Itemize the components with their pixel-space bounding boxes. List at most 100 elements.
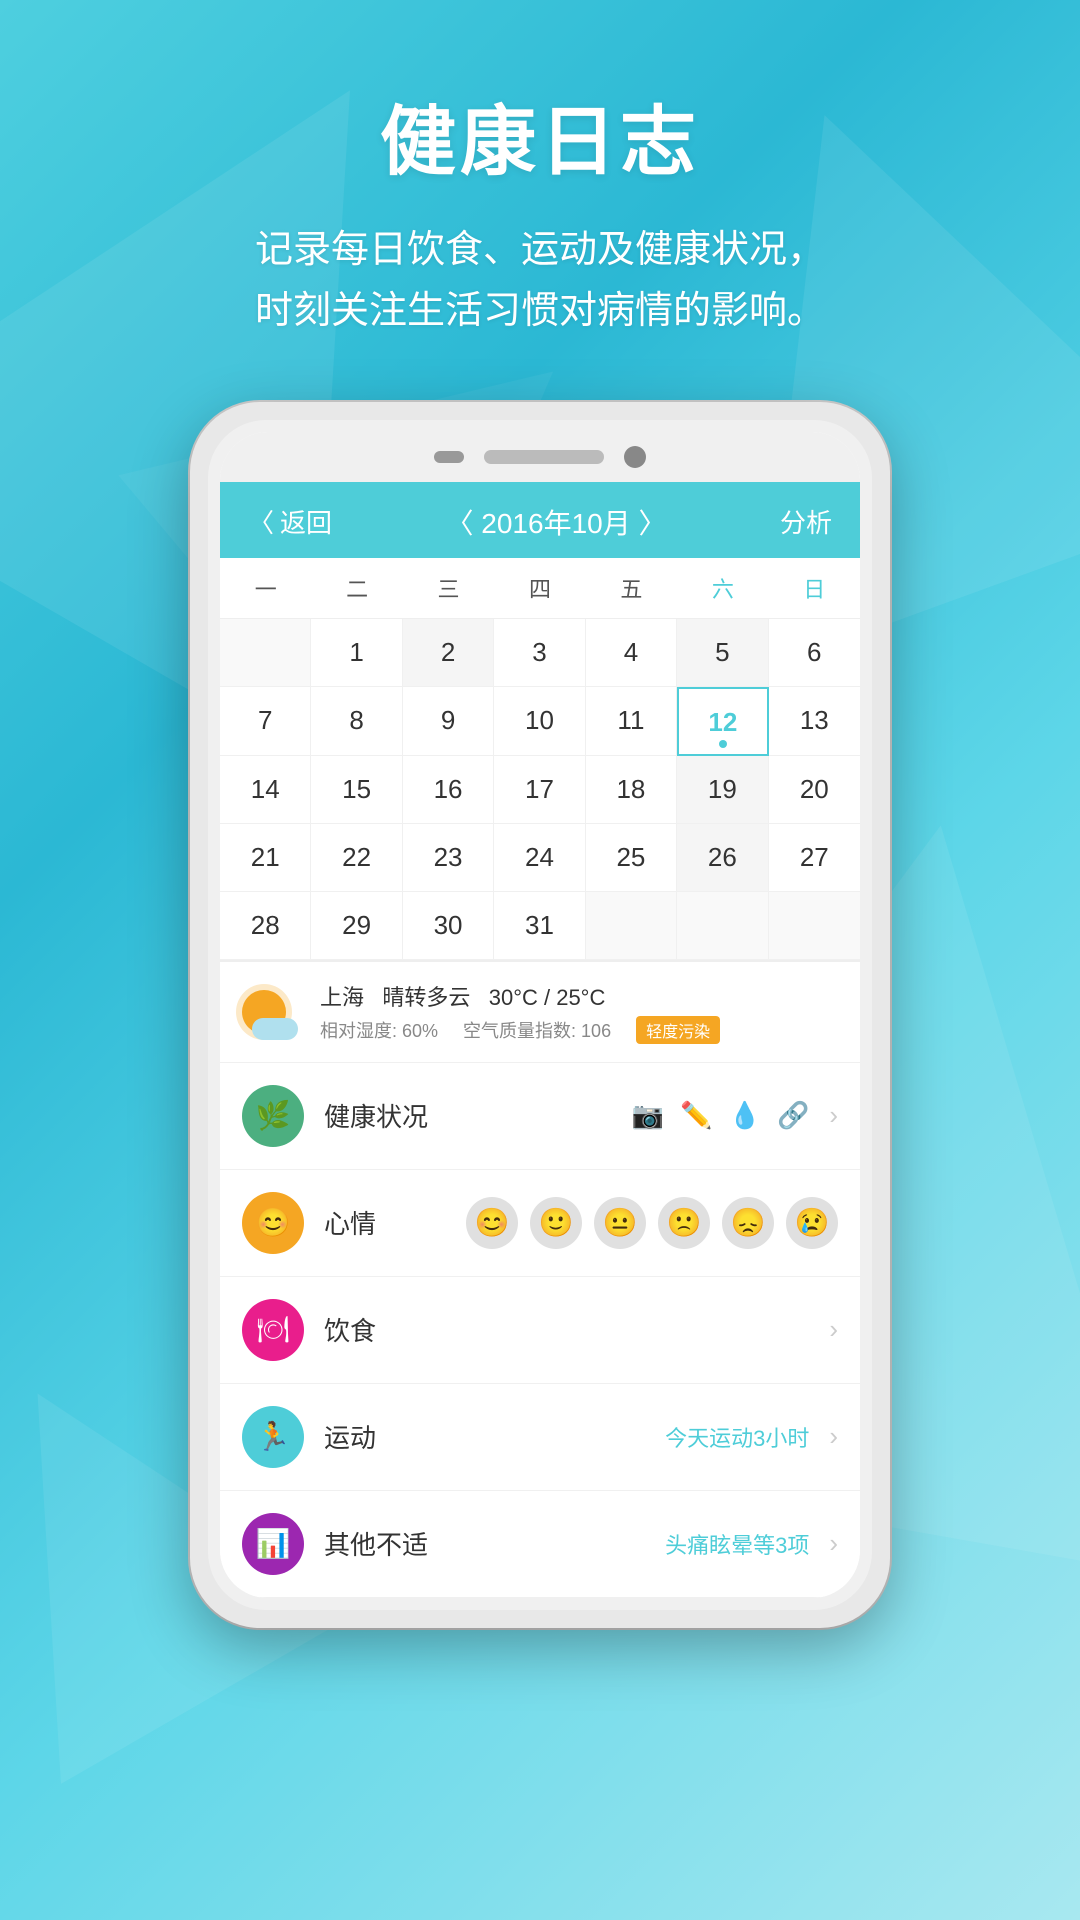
weather-sub: 相对湿度: 60% 空气质量指数: 106 轻度污染 <box>320 1016 838 1044</box>
weekday-wed: 三 <box>403 558 494 618</box>
calendar-cell-4[interactable]: 4 <box>586 619 677 687</box>
discomfort-row[interactable]: 📊 其他不适 头痛眩晕等3项 › <box>220 1491 860 1598</box>
subtitle-line1: 记录每日饮食、运动及健康状况， <box>255 229 825 271</box>
calendar-cell-20[interactable]: 20 <box>769 756 860 824</box>
month-label: 〈 2016年10月 〉 <box>446 502 667 542</box>
mood-label: 心情 <box>324 1204 446 1241</box>
weather-row: 上海 晴转多云 30°C / 25°C 相对湿度: 60% 空气质量指数: 10… <box>220 962 860 1063</box>
health-status-icon: 🌿 <box>242 1085 304 1147</box>
calendar-cell-23[interactable]: 23 <box>403 824 494 892</box>
mood-face-1[interactable]: 😊 <box>466 1197 518 1249</box>
mood-face-3[interactable]: 😐 <box>594 1197 646 1249</box>
calendar-cell-1[interactable]: 1 <box>311 619 402 687</box>
exercise-chevron: › <box>829 1421 838 1452</box>
calendar-cell-30[interactable]: 30 <box>403 892 494 960</box>
calendar-cell-28[interactable]: 28 <box>220 892 311 960</box>
health-status-actions: 📷 ✏️ 💧 🔗 <box>632 1100 810 1131</box>
calendar-cell-16[interactable]: 16 <box>403 756 494 824</box>
camera-icon[interactable]: 📷 <box>632 1100 664 1131</box>
weather-main: 上海 晴转多云 30°C / 25°C <box>320 980 838 1012</box>
calendar-grid: 1 2 3 4 5 6 7 8 9 10 11 12 <box>220 619 860 960</box>
phone-outer: 〈 返回 〈 2016年10月 〉 分析 一 二 <box>190 402 890 1628</box>
back-chevron: 〈 <box>248 503 274 540</box>
mood-face-2[interactable]: 🙂 <box>530 1197 582 1249</box>
subtitle-line2: 时刻关注生活习惯对病情的影响。 <box>255 290 825 332</box>
calendar-cell-2[interactable]: 2 <box>403 619 494 687</box>
phone-mockup: 〈 返回 〈 2016年10月 〉 分析 一 二 <box>0 402 1080 1628</box>
calendar-cell-31[interactable]: 31 <box>494 892 585 960</box>
diet-icon: 🍽 <box>242 1299 304 1361</box>
diet-label: 饮食 <box>324 1311 809 1348</box>
drop-icon[interactable]: 💧 <box>729 1100 761 1131</box>
calendar-cell-17[interactable]: 17 <box>494 756 585 824</box>
mood-face-4[interactable]: 🙁 <box>658 1197 710 1249</box>
weekday-thu: 四 <box>494 558 585 618</box>
discomfort-right-text: 头痛眩晕等3项 <box>665 1528 809 1560</box>
calendar-cell-21[interactable]: 21 <box>220 824 311 892</box>
calendar-cell-26[interactable]: 26 <box>677 824 768 892</box>
info-section: 上海 晴转多云 30°C / 25°C 相对湿度: 60% 空气质量指数: 10… <box>220 960 860 1598</box>
calendar-cell-empty-5c <box>769 892 860 960</box>
phone-inner: 〈 返回 〈 2016年10月 〉 分析 一 二 <box>208 420 872 1610</box>
calendar-cell-3[interactable]: 3 <box>494 619 585 687</box>
discomfort-icon: 📊 <box>242 1513 304 1575</box>
weather-icon <box>242 982 302 1042</box>
exercise-row[interactable]: 🏃 运动 今天运动3小时 › <box>220 1384 860 1491</box>
analyze-button[interactable]: 分析 <box>780 503 832 540</box>
weather-city: 上海 <box>320 985 364 1010</box>
app-screen: 〈 返回 〈 2016年10月 〉 分析 一 二 <box>220 482 860 1598</box>
calendar: 一 二 三 四 五 六 日 1 2 <box>220 558 860 960</box>
calendar-cell-empty-5b <box>677 892 768 960</box>
phone-camera <box>624 446 646 468</box>
calendar-cell-24[interactable]: 24 <box>494 824 585 892</box>
weather-temp: 30°C / 25°C <box>489 985 606 1010</box>
calendar-cell-9[interactable]: 9 <box>403 687 494 756</box>
link-icon[interactable]: 🔗 <box>777 1100 809 1131</box>
back-button[interactable]: 〈 返回 <box>248 503 332 540</box>
header-subtitle: 记录每日饮食、运动及健康状况， 时刻关注生活习惯对病情的影响。 <box>0 220 1080 342</box>
health-status-label: 健康状况 <box>324 1097 612 1134</box>
phone-speaker-center <box>484 450 604 464</box>
calendar-cell-22[interactable]: 22 <box>311 824 402 892</box>
back-label: 返回 <box>280 503 332 540</box>
weather-condition: 晴转多云 <box>382 985 470 1010</box>
calendar-cell-6[interactable]: 6 <box>769 619 860 687</box>
weather-humidity: 相对湿度: 60% <box>320 1017 438 1043</box>
calendar-cell-12-today[interactable]: 12 <box>677 687 768 756</box>
weekday-fri: 五 <box>586 558 677 618</box>
phone-speaker <box>434 451 464 463</box>
mood-faces: 😊 🙂 😐 🙁 😞 😢 <box>466 1197 838 1249</box>
calendar-cell-10[interactable]: 10 <box>494 687 585 756</box>
pollution-badge: 轻度污染 <box>636 1016 720 1044</box>
pencil-icon[interactable]: ✏️ <box>680 1100 712 1131</box>
discomfort-chevron: › <box>829 1528 838 1559</box>
exercise-label: 运动 <box>324 1418 645 1455</box>
phone-screen: 〈 返回 〈 2016年10月 〉 分析 一 二 <box>220 432 860 1598</box>
mood-face-6[interactable]: 😢 <box>786 1197 838 1249</box>
diet-row[interactable]: 🍽 饮食 › <box>220 1277 860 1384</box>
calendar-cell-27[interactable]: 27 <box>769 824 860 892</box>
calendar-cell-11[interactable]: 11 <box>586 687 677 756</box>
calendar-cell-25[interactable]: 25 <box>586 824 677 892</box>
mood-face-5[interactable]: 😞 <box>722 1197 774 1249</box>
exercise-right-text: 今天运动3小时 <box>665 1421 809 1453</box>
header-area: 健康日志 记录每日饮食、运动及健康状况， 时刻关注生活习惯对病情的影响。 <box>0 0 1080 342</box>
calendar-cell-13[interactable]: 13 <box>769 687 860 756</box>
mood-icon: 😊 <box>242 1192 304 1254</box>
calendar-cell-14[interactable]: 14 <box>220 756 311 824</box>
calendar-cell-8[interactable]: 8 <box>311 687 402 756</box>
calendar-cell-19[interactable]: 19 <box>677 756 768 824</box>
calendar-cell-29[interactable]: 29 <box>311 892 402 960</box>
weekday-mon: 一 <box>220 558 311 618</box>
discomfort-label: 其他不适 <box>324 1525 645 1562</box>
diet-chevron: › <box>829 1314 838 1345</box>
calendar-cell-7[interactable]: 7 <box>220 687 311 756</box>
exercise-icon: 🏃 <box>242 1406 304 1468</box>
calendar-cell-5[interactable]: 5 <box>677 619 768 687</box>
health-status-row[interactable]: 🌿 健康状况 📷 ✏️ 💧 🔗 › <box>220 1063 860 1170</box>
calendar-cell-empty-5a <box>586 892 677 960</box>
calendar-cell-18[interactable]: 18 <box>586 756 677 824</box>
calendar-cell-empty[interactable] <box>220 619 311 687</box>
calendar-cell-15[interactable]: 15 <box>311 756 402 824</box>
mood-row[interactable]: 😊 心情 😊 🙂 😐 🙁 😞 😢 <box>220 1170 860 1277</box>
